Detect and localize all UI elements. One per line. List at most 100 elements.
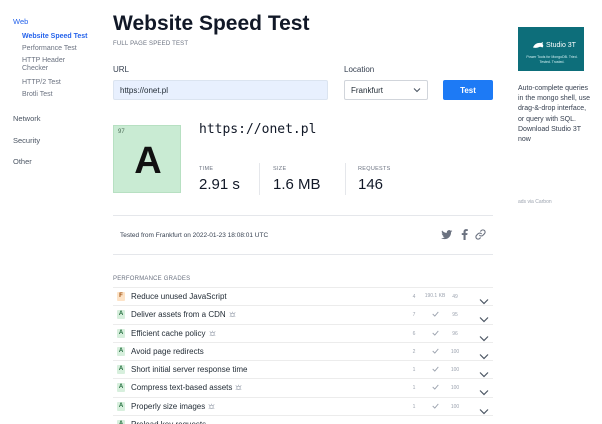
metric-size: SIZE 1.6 MB xyxy=(273,166,343,196)
expand-row-button[interactable] xyxy=(479,292,489,305)
chevron-down-icon xyxy=(479,335,489,341)
grade-row-size: 190.1 KB xyxy=(424,293,446,299)
expand-row-button[interactable] xyxy=(479,310,489,323)
sidebar-section-web[interactable]: Web xyxy=(13,17,28,26)
grade-row[interactable]: A Efficient cache policy 6 96 xyxy=(113,323,493,342)
grade-row[interactable]: A Preload key requests xyxy=(113,415,493,424)
expand-row-button[interactable] xyxy=(479,420,489,424)
metric-value: 2.91 s xyxy=(199,176,240,193)
grade-row-count: 1 xyxy=(412,385,416,392)
grade-row[interactable]: A Compress text-based assets 1 100 xyxy=(113,378,493,396)
ad-tagline: Power Tools for MongoDB. Tried. Tested. … xyxy=(526,55,578,64)
expand-row-button[interactable] xyxy=(479,329,489,341)
sidebar-section-network[interactable]: Network xyxy=(13,114,41,123)
grade-row-title-text: Deliver assets from a CDN xyxy=(131,310,226,320)
grade-row-score: 96 xyxy=(452,330,458,337)
location-select[interactable]: Frankfurt xyxy=(344,80,428,100)
check-icon xyxy=(431,366,439,372)
grade-row-title: Deliver assets from a CDN xyxy=(131,310,236,319)
metric-label: SIZE xyxy=(273,166,287,172)
grade-badge: A xyxy=(117,328,125,338)
check-icon xyxy=(431,330,439,336)
chevron-down-icon xyxy=(479,299,489,305)
url-input[interactable] xyxy=(113,80,328,100)
check-icon xyxy=(431,311,439,318)
metric-time: TIME 2.91 s xyxy=(199,166,249,196)
grade-row-title-text: Short initial server response time xyxy=(131,365,248,375)
grade-row[interactable]: A Properly size images 1 100 xyxy=(113,396,493,415)
sidebar-section-security[interactable]: Security xyxy=(13,136,40,145)
sidebar-item-brotli-test[interactable]: Brotli Test xyxy=(22,91,53,99)
grade-row-score: 100 xyxy=(450,348,460,355)
grade-row-count: 6 xyxy=(412,330,416,337)
grade-row-title: Preload key requests xyxy=(131,420,206,424)
location-label: Location xyxy=(344,65,375,74)
grade-badge: A xyxy=(117,310,125,320)
grade-row[interactable]: A Short initial server response time 1 100 xyxy=(113,360,493,378)
sidebar-item-http2-test[interactable]: HTTP/2 Test xyxy=(22,79,61,87)
chevron-down-icon xyxy=(479,353,489,360)
grade-row-count: 2 xyxy=(412,348,416,355)
grade-row-count: 4 xyxy=(412,294,416,300)
facebook-icon[interactable] xyxy=(458,228,471,241)
grade-row-score: 95 xyxy=(452,312,458,319)
tested-info-row: Tested from Frankfurt on 2022-01-23 18:0… xyxy=(113,215,493,255)
expand-row-button[interactable] xyxy=(479,365,489,378)
check-icon xyxy=(431,403,439,409)
sidebar-item-http-header-checker[interactable]: HTTP Header Checker xyxy=(22,57,82,73)
overall-grade-letter: A xyxy=(134,140,162,182)
metric-divider xyxy=(345,163,346,195)
expand-row-button[interactable] xyxy=(479,402,489,415)
dolphin-icon xyxy=(533,42,544,48)
ad-text[interactable]: Auto-complete queries in the mongo shell… xyxy=(518,84,590,145)
twitter-icon[interactable] xyxy=(440,228,453,241)
chevron-down-icon xyxy=(479,390,489,396)
sidebar-item-website-speed-test[interactable]: Website Speed Test xyxy=(22,33,87,41)
grade-badge: F xyxy=(117,292,125,301)
grade-row-status xyxy=(423,311,447,319)
page-subtitle: FULL PAGE SPEED TEST xyxy=(113,41,189,47)
grade-row-score: 49 xyxy=(452,294,458,300)
test-button[interactable]: Test xyxy=(443,80,493,100)
grade-badge: A xyxy=(117,420,125,424)
grade-badge: A xyxy=(117,346,125,356)
grade-row-title: Compress text-based assets xyxy=(131,383,242,392)
sidebar-item-performance-test[interactable]: Performance Test xyxy=(22,45,77,53)
metric-value: 146 xyxy=(358,176,384,193)
link-icon[interactable] xyxy=(474,228,487,241)
grade-row-title: Efficient cache policy xyxy=(131,329,216,338)
grade-row-count: 1 xyxy=(412,403,416,410)
grade-row-score: 100 xyxy=(450,385,460,392)
ad-image[interactable]: Studio 3T Power Tools for MongoDB. Tried… xyxy=(518,27,584,71)
grade-row[interactable]: A Avoid page redirects 2 100 xyxy=(113,341,493,360)
grade-row-title: Avoid page redirects xyxy=(131,347,204,356)
bug-icon xyxy=(235,385,242,391)
grade-row-title-text: Compress text-based assets xyxy=(131,383,233,393)
grade-badge: A xyxy=(117,401,125,411)
grade-row[interactable]: F Reduce unused JavaScript 4 190.1 KB 49 xyxy=(113,287,493,305)
performance-grades-list: F Reduce unused JavaScript 4 190.1 KB 49 A De… xyxy=(113,287,493,424)
grade-row-status xyxy=(423,384,447,392)
main-content: Website Speed Test FULL PAGE SPEED TEST … xyxy=(113,0,496,424)
overall-grade-box: 97 A xyxy=(113,125,181,193)
ad-credit[interactable]: ads via Carbon xyxy=(518,199,552,205)
grade-badge: A xyxy=(117,383,125,393)
chevron-down-icon xyxy=(479,317,489,323)
chevron-down-icon xyxy=(479,408,489,415)
metric-value: 1.6 MB xyxy=(273,176,321,193)
sidebar-section-other[interactable]: Other xyxy=(13,157,32,166)
grade-row-status xyxy=(423,403,447,411)
grade-row[interactable]: A Deliver assets from a CDN 7 95 xyxy=(113,305,493,323)
grade-row-title: Properly size images xyxy=(131,402,215,411)
grade-row-count: 7 xyxy=(412,312,416,319)
grade-row-title-text: Preload key requests xyxy=(131,420,206,424)
check-icon xyxy=(431,348,439,354)
metric-requests: REQUESTS 146 xyxy=(358,166,418,196)
grade-row-title-text: Properly size images xyxy=(131,401,206,411)
carbon-ad[interactable]: Studio 3T Power Tools for MongoDB. Tried… xyxy=(510,22,592,205)
expand-row-button[interactable] xyxy=(479,383,489,396)
expand-row-button[interactable] xyxy=(479,347,489,360)
metric-label: TIME xyxy=(199,166,214,172)
grade-badge: A xyxy=(117,365,125,375)
chevron-down-icon xyxy=(413,88,421,93)
